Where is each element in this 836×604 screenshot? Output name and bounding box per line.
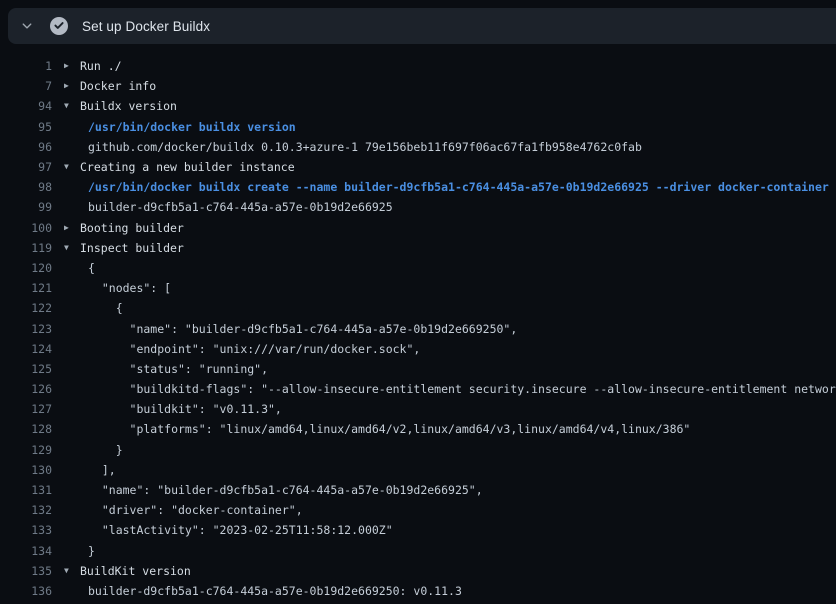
step-header[interactable]: Set up Docker Buildx [8, 8, 836, 44]
log-line: 121 "nodes": [ [0, 278, 836, 298]
log-text: builder-d9cfb5a1-c764-445a-a57e-0b19d2e6… [88, 200, 393, 214]
line-number[interactable]: 99 [0, 200, 52, 214]
log-line: 99 builder-d9cfb5a1-c764-445a-a57e-0b19d2… [0, 197, 836, 217]
command-text: /usr/bin/docker buildx version [88, 120, 296, 134]
log-line: 120 { [0, 258, 836, 278]
group-title: Docker info [80, 79, 156, 93]
line-number[interactable]: 124 [0, 342, 52, 356]
log-line: 136 builder-d9cfb5a1-c764-445a-a57e-0b19d… [0, 581, 836, 601]
line-number[interactable]: 129 [0, 443, 52, 457]
log-text: "platforms": "linux/amd64,linux/amd64/v2… [88, 422, 690, 436]
line-number[interactable]: 132 [0, 503, 52, 517]
line-number[interactable]: 131 [0, 483, 52, 497]
log-line: 134} [0, 541, 836, 561]
log-group-row[interactable]: 94 ▼Buildx version [0, 96, 836, 116]
log-group-row[interactable]: 100 ▶Booting builder [0, 218, 836, 238]
step-title: Set up Docker Buildx [82, 19, 210, 34]
line-number[interactable]: 126 [0, 382, 52, 396]
line-number[interactable]: 121 [0, 281, 52, 295]
log-text: "name": "builder-d9cfb5a1-c764-445a-a57e… [88, 483, 483, 497]
group-title: BuildKit version [80, 564, 191, 578]
line-number[interactable]: 136 [0, 584, 52, 598]
line-number[interactable]: 96 [0, 140, 52, 154]
group-expanded-triangle-icon[interactable]: ▼ [64, 163, 78, 171]
log-group-row[interactable]: 1 ▶Run ./ [0, 56, 836, 76]
log-text: github.com/docker/buildx 0.10.3+azure-1 … [88, 140, 642, 154]
log-line: 128 "platforms": "linux/amd64,linux/amd6… [0, 419, 836, 439]
log-line: 98/usr/bin/docker buildx create --name b… [0, 177, 836, 197]
log-group-row[interactable]: 119 ▼Inspect builder [0, 238, 836, 258]
group-expanded-triangle-icon[interactable]: ▼ [64, 567, 78, 575]
log-text: "name": "builder-d9cfb5a1-c764-445a-a57e… [88, 322, 517, 336]
log-text: "driver": "docker-container", [88, 503, 303, 517]
group-collapsed-triangle-icon[interactable]: ▶ [64, 62, 78, 70]
log-line: 130 ], [0, 460, 836, 480]
group-collapsed-triangle-icon[interactable]: ▶ [64, 82, 78, 90]
log-text: { [88, 301, 123, 315]
log-group-row[interactable]: 7 ▶Docker info [0, 76, 836, 96]
group-title: Buildx version [80, 99, 177, 113]
line-number[interactable]: 1 [0, 59, 52, 73]
line-number[interactable]: 100 [0, 221, 52, 235]
group-title: Inspect builder [80, 241, 184, 255]
log-line: 126 "buildkitd-flags": "--allow-insecure… [0, 379, 836, 399]
log-line: 127 "buildkit": "v0.11.3", [0, 399, 836, 419]
log-line: 96 github.com/docker/buildx 0.10.3+azure-… [0, 137, 836, 157]
group-expanded-triangle-icon[interactable]: ▼ [64, 102, 78, 110]
chevron-down-icon[interactable] [20, 19, 34, 33]
log-line: 129 } [0, 440, 836, 460]
line-number[interactable]: 123 [0, 322, 52, 336]
line-number[interactable]: 120 [0, 261, 52, 275]
log-group-row[interactable]: 97 ▼Creating a new builder instance [0, 157, 836, 177]
log-text: } [88, 544, 95, 558]
log-text: ], [88, 463, 116, 477]
log-text: builder-d9cfb5a1-c764-445a-a57e-0b19d2e6… [88, 584, 462, 598]
group-title: Creating a new builder instance [80, 160, 295, 174]
log-line: 123 "name": "builder-d9cfb5a1-c764-445a-… [0, 318, 836, 338]
log-line: 95/usr/bin/docker buildx version [0, 117, 836, 137]
log-line: 133 "lastActivity": "2023-02-25T11:58:12… [0, 520, 836, 540]
group-title: Booting builder [80, 221, 184, 235]
line-number[interactable]: 135 [0, 564, 52, 578]
line-number[interactable]: 128 [0, 422, 52, 436]
log-line: 125 "status": "running", [0, 359, 836, 379]
line-number[interactable]: 98 [0, 180, 52, 194]
line-number[interactable]: 130 [0, 463, 52, 477]
group-collapsed-triangle-icon[interactable]: ▶ [64, 224, 78, 232]
log-text: "status": "running", [88, 362, 268, 376]
log-line: 124 "endpoint": "unix:///var/run/docker.… [0, 339, 836, 359]
log-line: 122 { [0, 298, 836, 318]
log-output: 1▶Run ./7▶Docker info94▼Buildx version95… [0, 44, 836, 604]
log-text: } [88, 443, 123, 457]
log-text: "lastActivity": "2023-02-25T11:58:12.000… [88, 523, 393, 537]
line-number[interactable]: 7 [0, 79, 52, 93]
line-number[interactable]: 127 [0, 402, 52, 416]
log-text: "buildkit": "v0.11.3", [88, 402, 282, 416]
line-number[interactable]: 119 [0, 241, 52, 255]
line-number[interactable]: 122 [0, 301, 52, 315]
line-number[interactable]: 134 [0, 544, 52, 558]
command-text: /usr/bin/docker buildx create --name bui… [88, 180, 829, 194]
log-text: { [88, 261, 95, 275]
log-text: "nodes": [ [88, 281, 171, 295]
line-number[interactable]: 97 [0, 160, 52, 174]
log-group-row[interactable]: 135 ▼BuildKit version [0, 561, 836, 581]
line-number[interactable]: 95 [0, 120, 52, 134]
log-line: 132 "driver": "docker-container", [0, 500, 836, 520]
line-number[interactable]: 94 [0, 99, 52, 113]
line-number[interactable]: 133 [0, 523, 52, 537]
log-text: "endpoint": "unix:///var/run/docker.sock… [88, 342, 420, 356]
line-number[interactable]: 125 [0, 362, 52, 376]
check-circle-icon [50, 17, 68, 35]
log-text: "buildkitd-flags": "--allow-insecure-ent… [88, 382, 836, 396]
group-title: Run ./ [80, 59, 122, 73]
group-expanded-triangle-icon[interactable]: ▼ [64, 244, 78, 252]
log-line: 131 "name": "builder-d9cfb5a1-c764-445a-… [0, 480, 836, 500]
